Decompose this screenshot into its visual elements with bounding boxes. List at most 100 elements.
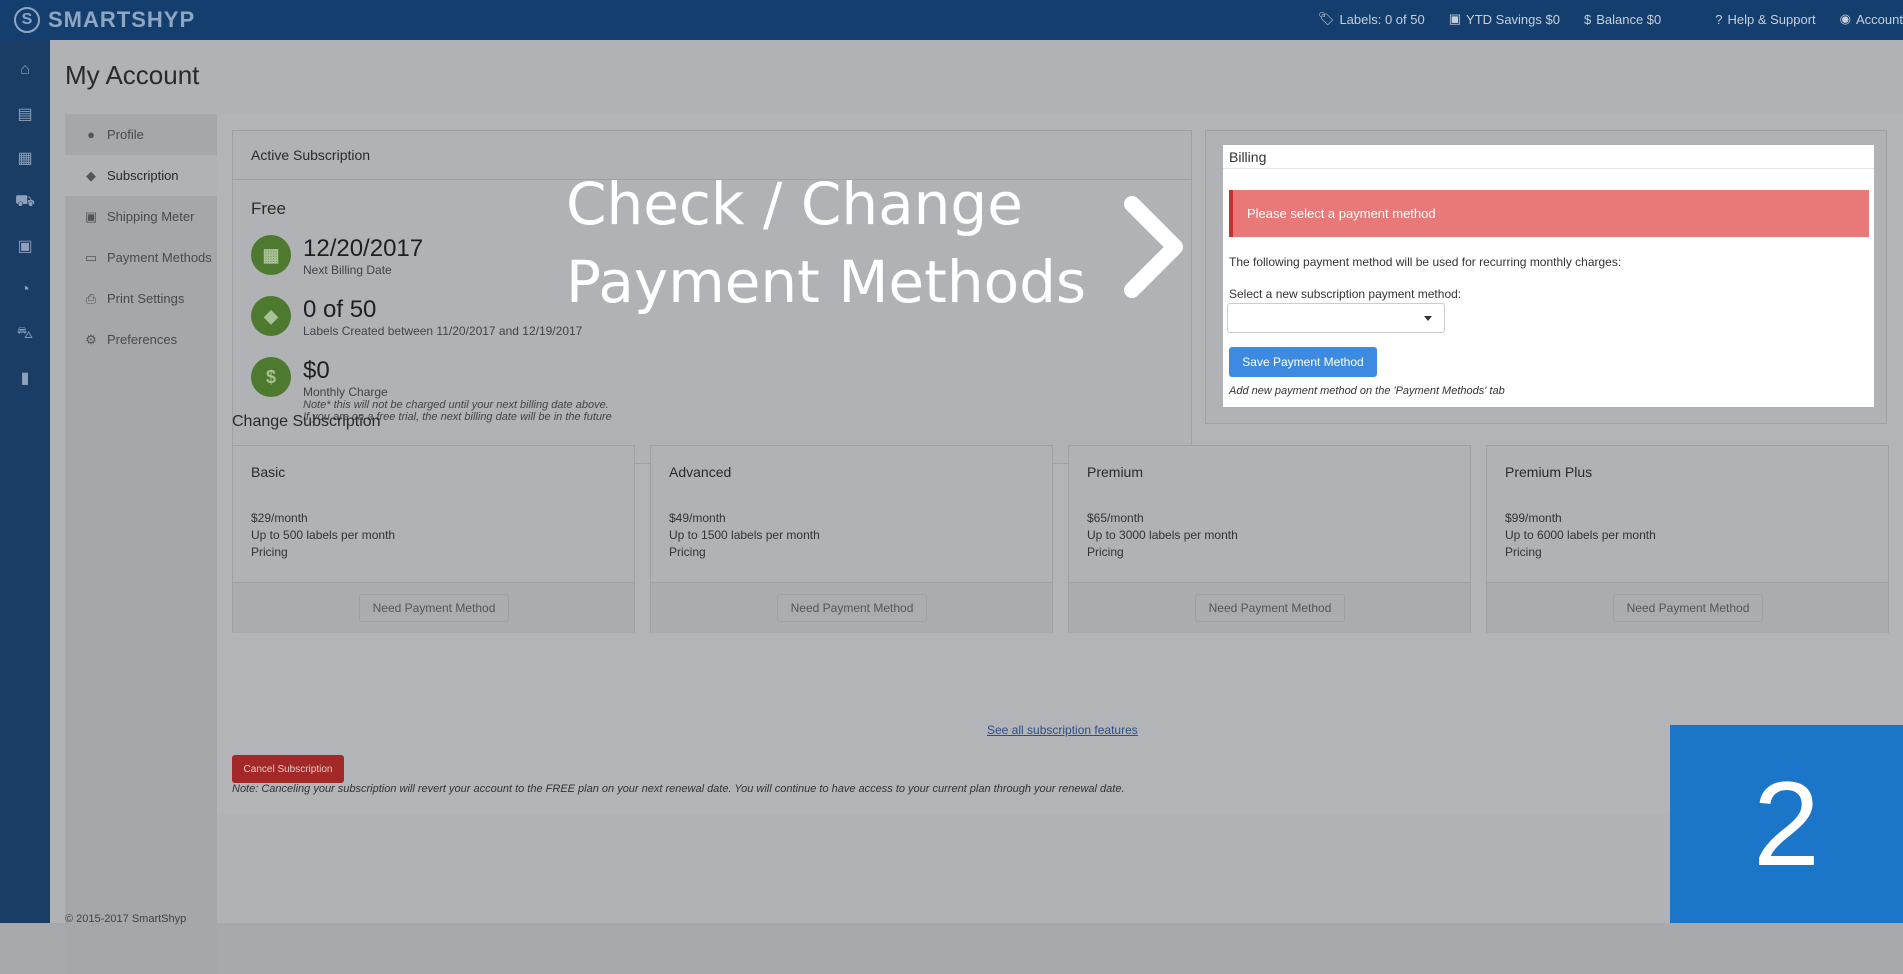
account-text: Account: [1856, 11, 1903, 27]
calendar-icon[interactable]: ▦: [0, 136, 50, 180]
help-support-link[interactable]: ? Help & Support: [1715, 11, 1815, 27]
dollar-icon: $: [251, 357, 291, 397]
plan-limit: Up to 500 labels per month: [251, 528, 396, 542]
brand-logo[interactable]: S SMARTSHYP: [14, 7, 195, 33]
ytd-savings[interactable]: ▣ YTD Savings $0: [1449, 11, 1560, 27]
truck-icon[interactable]: ⛟: [0, 180, 50, 224]
credit-card-icon: ▭: [84, 249, 98, 265]
save-payment-method-button[interactable]: Save Payment Method: [1229, 347, 1377, 377]
tab-shipping-meter[interactable]: ▣ Shipping Meter: [65, 196, 217, 237]
plan-name: Premium: [1087, 464, 1144, 480]
cancel-note: Note: Canceling your subscription will r…: [232, 783, 1125, 795]
plan-name: Basic: [251, 464, 286, 480]
need-payment-method-button[interactable]: Need Payment Method: [1195, 594, 1345, 622]
tab-print-settings[interactable]: ⎙ Print Settings: [65, 278, 217, 319]
billing-date-label: Next Billing Date: [303, 263, 392, 277]
tab-preferences[interactable]: ⚙ Preferences: [65, 319, 217, 360]
top-bar: S SMARTSHYP 🏷 Labels: 0 of 50 ▣ YTD Saving…: [0, 0, 1903, 40]
labels-counter-text: Labels: 0 of 50: [1339, 11, 1425, 27]
brand-name: SMARTSHYP: [48, 7, 196, 32]
account-menu[interactable]: ◉ Account: [1840, 11, 1903, 27]
plan-details: $65/month Up to 3000 labels per month Pr…: [1087, 510, 1238, 561]
billing-panel: Billing Please select a payment method T…: [1223, 145, 1874, 407]
plan-name: Advanced: [669, 464, 732, 480]
tab-profile[interactable]: ● Profile: [65, 114, 217, 155]
payment-method-select[interactable]: [1227, 303, 1445, 333]
plan-details: $29/month Up to 500 labels per month Pri…: [251, 510, 395, 561]
ticket-icon: ◆: [86, 167, 96, 183]
footer-copyright: © 2015-2017 SmartShyp: [65, 913, 187, 925]
labels-stat: ◆ 0 of 50 Labels Created between 11/20/2…: [251, 296, 582, 338]
balance-text: Balance $0: [1596, 11, 1662, 27]
plan-footer: Need Payment Method: [1069, 582, 1470, 633]
tab-label: Print Settings: [107, 291, 185, 306]
tab-label: Subscription: [107, 168, 179, 183]
billing-info-text: The following payment method will be use…: [1229, 255, 1622, 269]
plan-limit: Up to 3000 labels per month: [1087, 528, 1238, 542]
ytd-savings-text: YTD Savings $0: [1466, 11, 1560, 27]
see-all-features-link[interactable]: See all subscription features: [987, 723, 1138, 737]
charge-note-1: Note* this will not be charged until you…: [303, 399, 609, 411]
balance[interactable]: $ Balance $0: [1584, 11, 1661, 27]
gears-icon: ⚙: [85, 331, 97, 347]
printer-icon: ⎙: [85, 290, 97, 306]
tab-subscription[interactable]: ◆ Subscription: [65, 155, 217, 196]
money-icon: ▣: [1448, 11, 1462, 26]
cancel-subscription-button[interactable]: Cancel Subscription: [232, 755, 344, 783]
page-title: My Account: [65, 60, 200, 90]
step-number-badge: 2: [1670, 725, 1903, 923]
plan-footer: Need Payment Method: [233, 582, 634, 633]
plan-price: $99/month: [1505, 511, 1562, 525]
change-subscription-title: Change Subscription: [232, 413, 381, 430]
plan-limit: Up to 6000 labels per month: [1505, 528, 1656, 542]
need-payment-method-button[interactable]: Need Payment Method: [1613, 594, 1763, 622]
labels-count: 0 of 50: [303, 296, 377, 323]
plan-price: $29/month: [251, 511, 308, 525]
tab-label: Shipping Meter: [107, 209, 195, 224]
add-payment-method-note: Add new payment method on the 'Payment M…: [1229, 385, 1505, 397]
tag-icon: ◆: [251, 296, 291, 336]
account-tabs: ● Profile ◆ Subscription ▣ Shipping Meter ▭…: [65, 114, 217, 974]
labels-counter[interactable]: 🏷 Labels: 0 of 50: [1318, 11, 1425, 27]
top-nav: 🏷 Labels: 0 of 50 ▣ YTD Savings $0 $ Balanc…: [1318, 11, 1903, 27]
store-icon[interactable]: ▤: [0, 92, 50, 136]
plan-pricing-link[interactable]: Pricing: [669, 544, 820, 561]
tag-icon: 🏷: [1317, 11, 1335, 26]
plan-footer: Need Payment Method: [651, 582, 1052, 633]
cart-icon[interactable]: ⛍: [0, 312, 50, 356]
plan-details: $99/month Up to 6000 labels per month Pr…: [1505, 510, 1656, 561]
plan-pricing-link[interactable]: Pricing: [1505, 544, 1656, 561]
lock-icon[interactable]: ▮: [0, 356, 50, 400]
billing-date: 12/20/2017: [303, 235, 424, 262]
overlay-line-2: Payment Methods: [566, 248, 1087, 316]
sidebar: ⌂ ▤ ▦ ⛟ ▣ ◔ ⛍ ▮: [0, 40, 50, 923]
overlay-caption: Check / Change Payment Methods: [566, 165, 1086, 321]
plan-pricing-link[interactable]: Pricing: [251, 544, 395, 561]
plan-pricing-link[interactable]: Pricing: [1087, 544, 1238, 561]
plan-card-premium-plus: Premium Plus $99/month Up to 6000 labels…: [1486, 445, 1889, 633]
need-payment-method-button[interactable]: Need Payment Method: [777, 594, 927, 622]
billing-date-stat: ▦ 12/20/2017 Next Billing Date: [251, 235, 423, 277]
chevron-right-icon: [1124, 196, 1183, 298]
dollar-icon: $: [1583, 11, 1592, 27]
home-icon[interactable]: ⌂: [0, 48, 50, 92]
plan-card-premium: Premium $65/month Up to 3000 labels per …: [1068, 445, 1471, 633]
monthly-charge-label: Monthly Charge: [303, 385, 388, 399]
caret-down-icon: [1424, 316, 1432, 321]
tab-label: Preferences: [107, 332, 178, 347]
money-icon: ▣: [84, 208, 98, 224]
overlay-line-1: Check / Change: [566, 170, 1023, 238]
help-support-text: Help & Support: [1727, 11, 1816, 27]
address-book-icon[interactable]: ▣: [0, 224, 50, 268]
tab-label: Profile: [107, 127, 144, 142]
current-plan: Free: [251, 199, 286, 218]
user-icon: ●: [87, 127, 95, 142]
need-payment-method-button[interactable]: Need Payment Method: [359, 594, 509, 622]
user-circle-icon: ◉: [1839, 11, 1852, 26]
calendar-icon: ▦: [251, 235, 291, 275]
plan-footer: Need Payment Method: [1487, 582, 1888, 633]
tab-payment-methods[interactable]: ▭ Payment Methods: [65, 237, 217, 278]
plan-price: $65/month: [1087, 511, 1144, 525]
billing-title: Billing: [1223, 145, 1874, 169]
pie-chart-icon[interactable]: ◔: [0, 268, 50, 312]
